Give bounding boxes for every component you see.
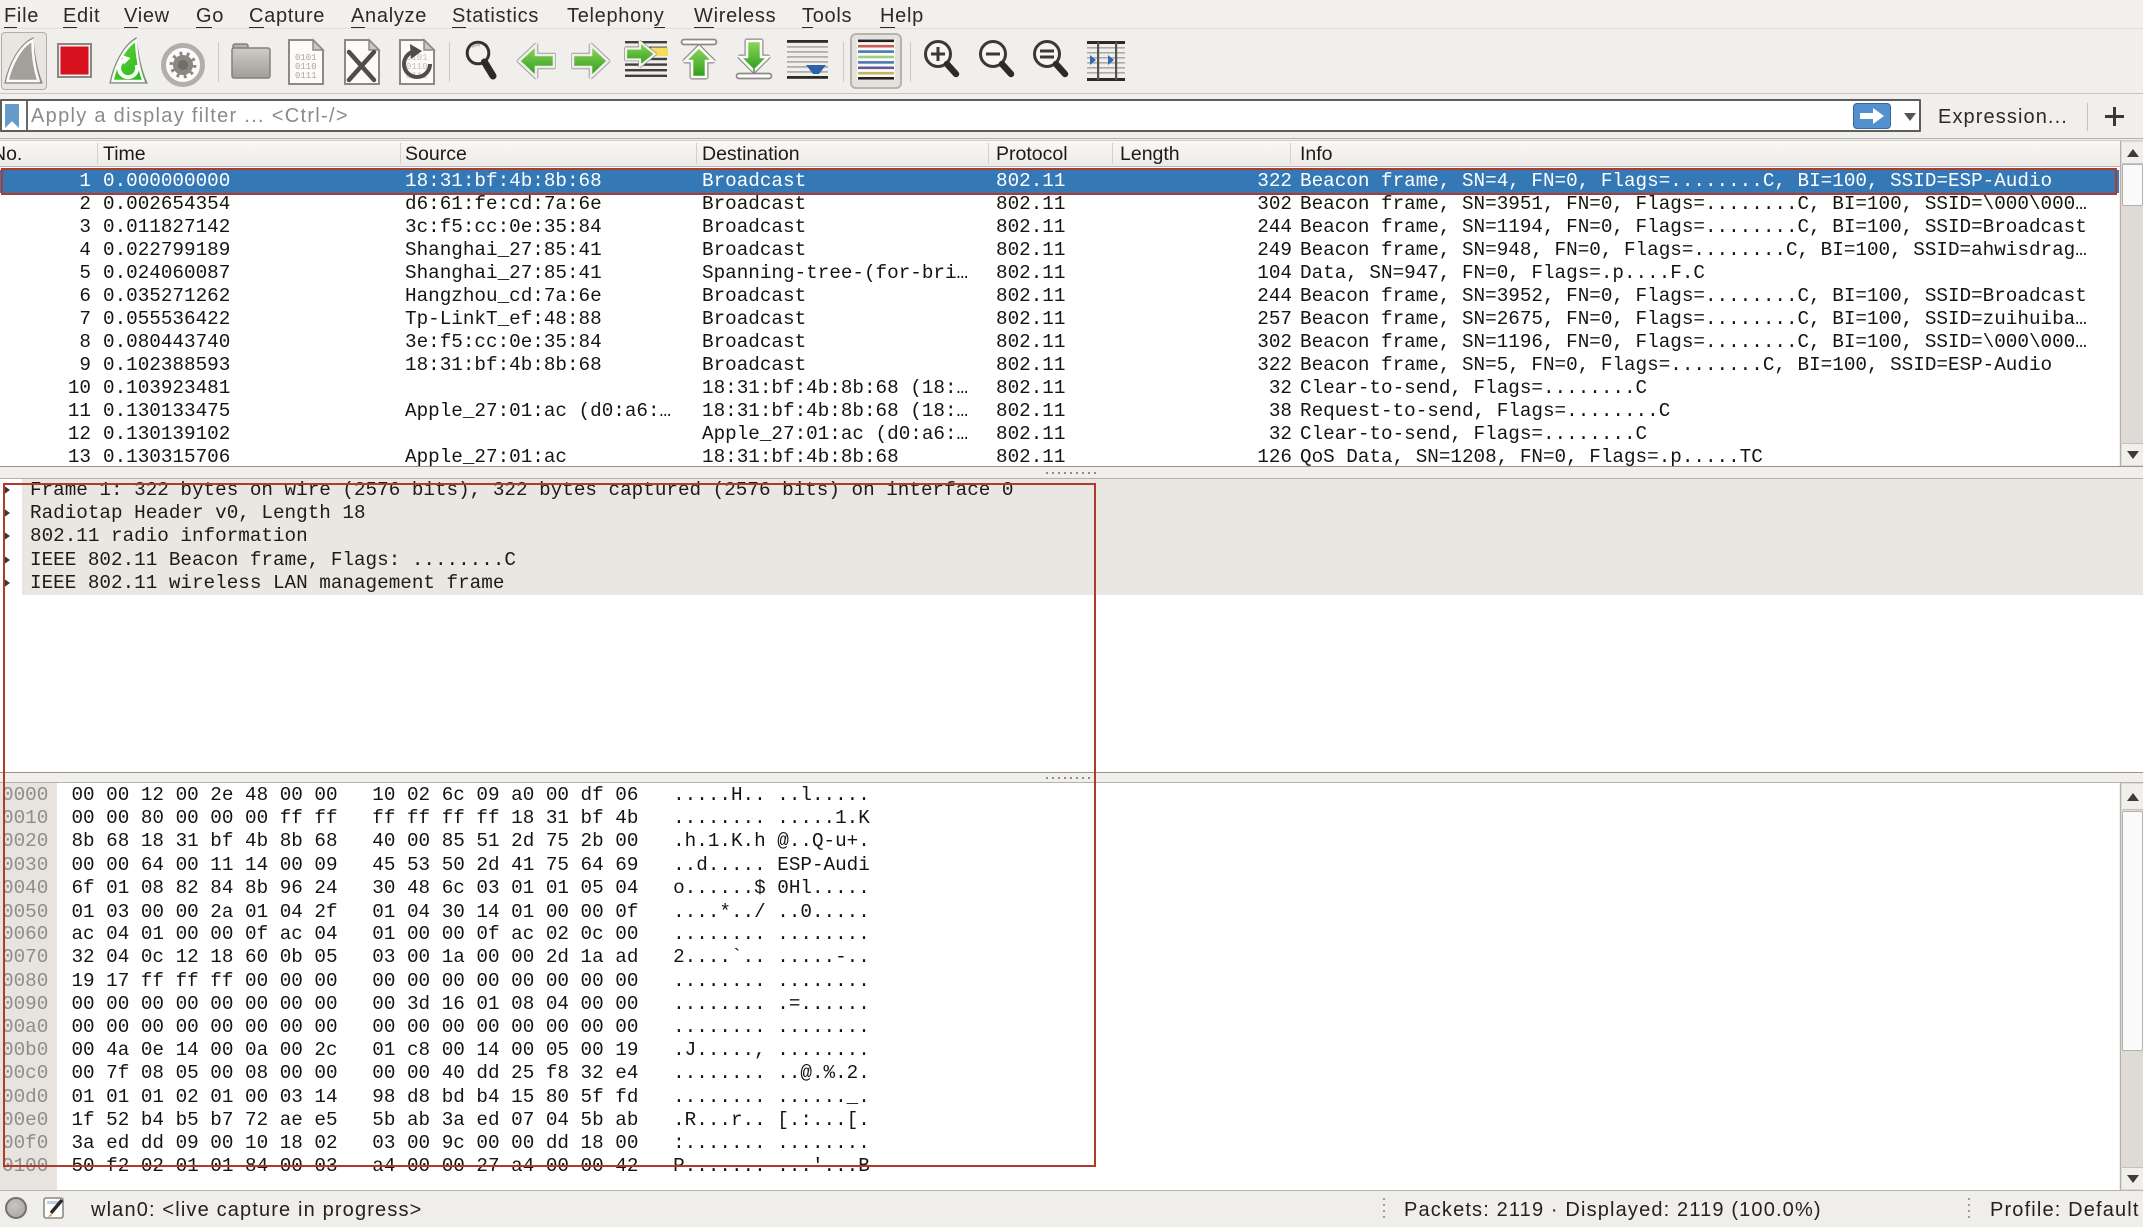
svg-text:0111: 0111	[295, 71, 317, 81]
